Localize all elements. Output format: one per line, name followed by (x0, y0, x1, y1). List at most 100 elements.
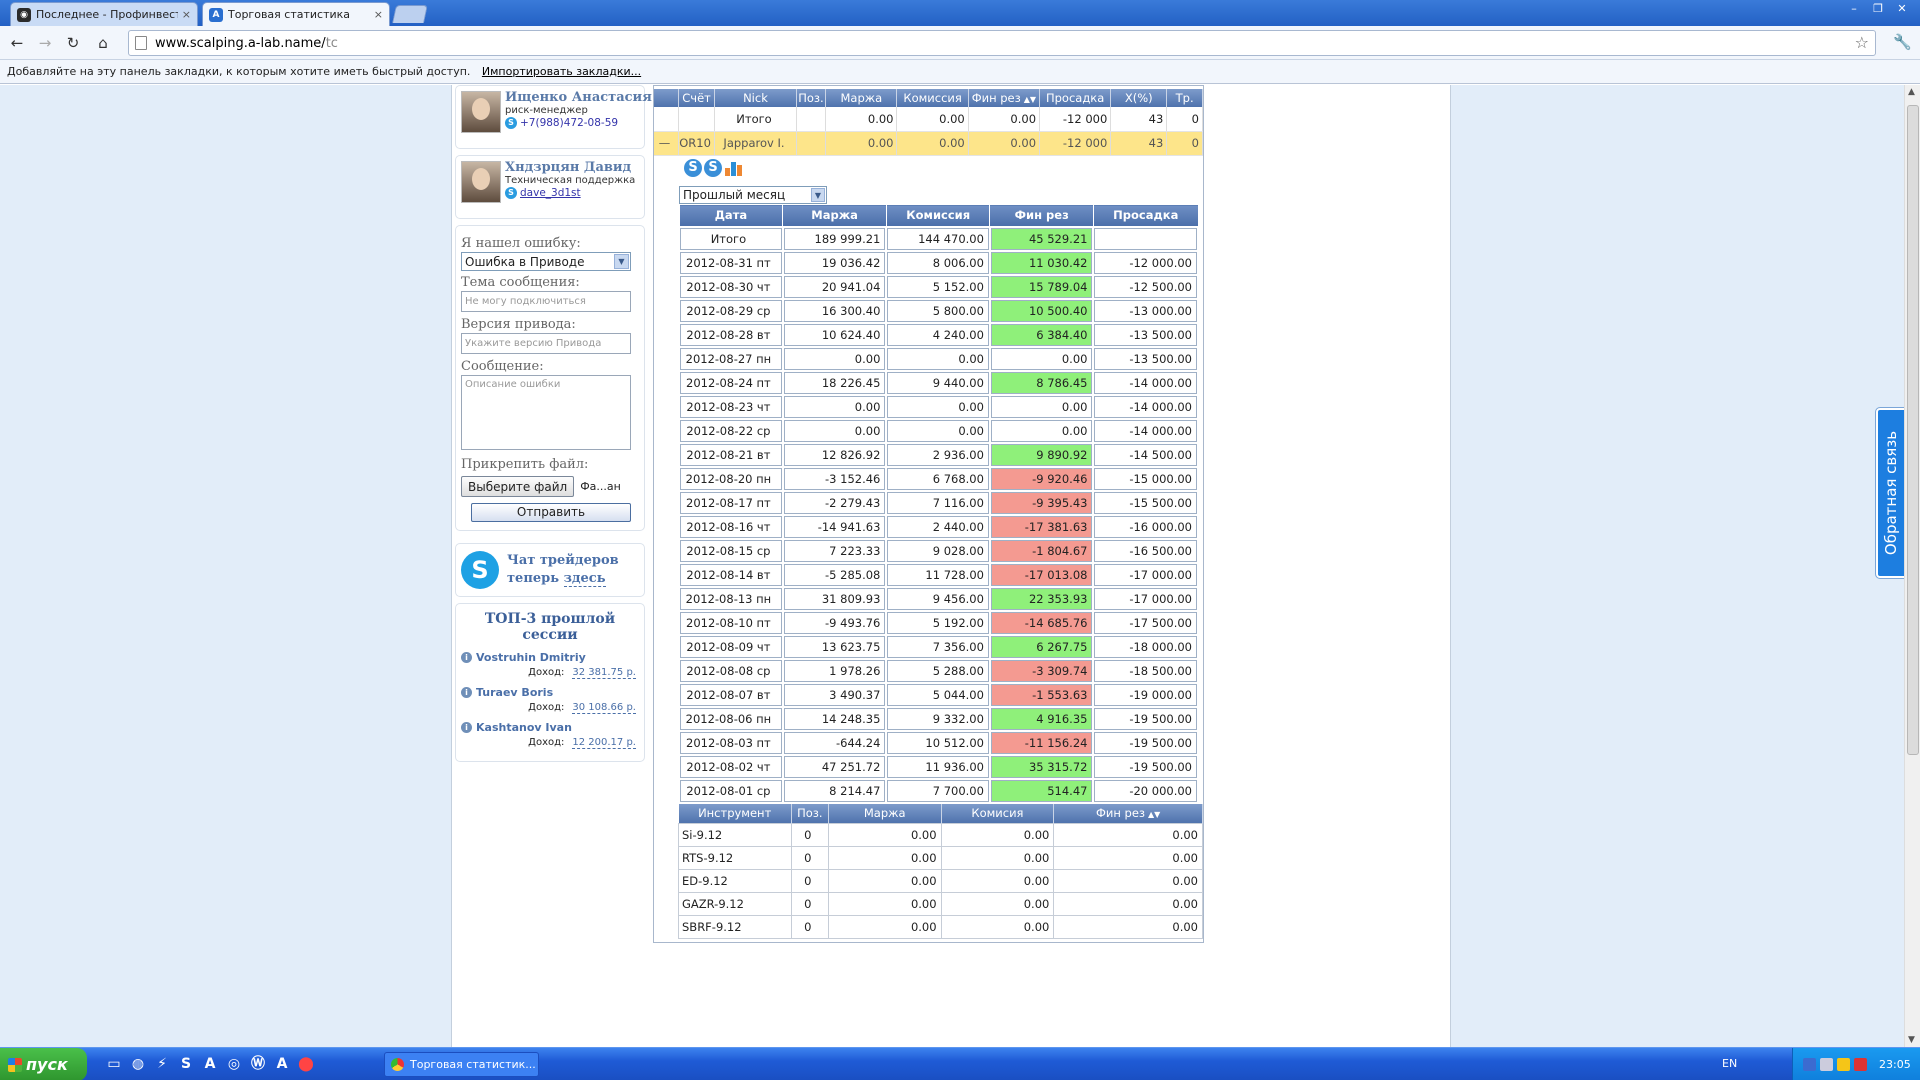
tab-close-icon[interactable]: × (182, 8, 191, 21)
column-header[interactable]: Nick (714, 89, 797, 107)
close-window-icon[interactable]: ✕ (1892, 2, 1912, 16)
tab-trading-stats[interactable]: A Торговая статистика × (202, 2, 390, 26)
vertical-scrollbar[interactable]: ▲ ▼ (1904, 85, 1920, 1047)
chrome-icon[interactable]: ◍ (129, 1055, 147, 1073)
cell-date: 2012-08-09 чт (678, 633, 784, 660)
app-icon[interactable]: ◎ (225, 1055, 243, 1073)
subject-input[interactable]: Не могу подключиться (461, 291, 631, 312)
cell-margin: -2 279.43 (781, 489, 888, 516)
column-header[interactable]: Поз. (796, 89, 827, 107)
column-header[interactable]: Счёт (678, 89, 716, 107)
account-row[interactable]: — OR10 Japparov I. 0.00 0.00 0.00 -12 000 43 0 (654, 131, 1203, 156)
address-bar[interactable]: www.scalping.a-lab.name/tc ☆ (128, 30, 1876, 56)
column-header[interactable]: Тр. (1166, 89, 1203, 107)
cell-commission: 0.00 (940, 868, 1055, 893)
a-lab-icon[interactable]: A (201, 1055, 219, 1073)
network-icon[interactable] (1803, 1058, 1816, 1071)
cell-pos: 0 (790, 845, 829, 870)
income-value[interactable]: 12 200.17 р. (572, 737, 636, 749)
desktop-icon[interactable]: ▭ (105, 1055, 123, 1073)
cell-fin: 0.00 (968, 131, 1041, 156)
scroll-up-icon[interactable]: ▲ (1908, 87, 1915, 97)
tab-close-icon[interactable]: × (374, 8, 383, 21)
skype-icon[interactable]: S (704, 159, 722, 177)
forward-arrow-icon[interactable]: → (34, 32, 56, 54)
contact-phone[interactable]: +7(988)472-08-59 (520, 116, 618, 130)
tab-profinvest[interactable]: ◉ Последнее - Профинвест × (10, 2, 198, 26)
home-icon[interactable]: ⌂ (92, 32, 114, 54)
security-icon[interactable] (1854, 1058, 1867, 1071)
skype-icon[interactable]: S (505, 187, 517, 199)
cell-pos: 0 (790, 914, 829, 939)
message-textarea[interactable]: Описание ошибки (461, 375, 631, 450)
cell-date: 2012-08-08 ср (678, 657, 784, 684)
sort-arrows-icon[interactable]: ▲▼ (1024, 95, 1036, 104)
period-select[interactable]: Прошлый месяц ▼ (679, 186, 827, 204)
error-type-select[interactable]: Ошибка в Приводе ▼ (461, 252, 631, 271)
chevron-down-icon[interactable]: ▼ (614, 254, 629, 269)
column-header[interactable]: Фин рез (989, 204, 1094, 227)
a-lab-icon[interactable]: A (273, 1055, 291, 1073)
column-header[interactable]: Комисия (941, 804, 1055, 823)
new-tab-button[interactable] (392, 5, 428, 23)
cell-drawdown: -14 500.00 (1092, 441, 1199, 468)
top-trader-income: Доход: 12 200.17 р. (461, 737, 639, 749)
column-header[interactable]: Фин рез ▲▼ (1053, 804, 1203, 823)
column-header[interactable]: Поз. (791, 804, 829, 823)
contact-role: Техническая поддержка (505, 175, 636, 186)
sort-arrows-icon[interactable]: ▲▼ (1148, 810, 1160, 819)
skype-icon[interactable]: S (177, 1055, 195, 1073)
opera-icon[interactable]: ⬤ (297, 1055, 315, 1073)
cell-commission: 7 116.00 (885, 489, 991, 516)
top-trader-name[interactable]: i Kashtanov Ivan (461, 721, 639, 734)
column-header[interactable]: Маржа (828, 804, 942, 823)
column-header[interactable]: Комиссия (896, 89, 969, 107)
column-header[interactable]: Просадка (1092, 204, 1199, 227)
wrench-menu-icon[interactable]: 🔧 (1893, 33, 1912, 51)
scrollbar-thumb[interactable] (1907, 105, 1919, 755)
page-viewport: Ищенко Анастасия риск-менеджер S +7(988)4… (0, 85, 1907, 1047)
import-bookmarks-link[interactable]: Импортировать закладки... (482, 65, 641, 78)
restore-icon[interactable]: ❐ (1868, 2, 1888, 16)
language-indicator[interactable]: EN (1722, 1057, 1737, 1070)
reload-icon[interactable]: ↻ (62, 32, 84, 54)
taskbar-item-browser[interactable]: Торговая статистик... (384, 1052, 539, 1077)
column-header[interactable]: X(%) (1110, 89, 1168, 107)
scroll-down-icon[interactable]: ▼ (1908, 1035, 1915, 1045)
income-value[interactable]: 30 108.66 р. (572, 702, 636, 714)
column-header[interactable]: Маржа (782, 204, 887, 227)
column-header[interactable]: Комиссия (885, 204, 991, 227)
collapse-toggle[interactable]: — (654, 131, 679, 156)
contact-skype-link[interactable]: dave_3d1st (520, 186, 581, 200)
volume-icon[interactable] (1820, 1058, 1833, 1071)
income-value[interactable]: 32 381.75 р. (572, 667, 636, 679)
column-header[interactable]: Просадка (1039, 89, 1112, 107)
empty-cell (654, 107, 679, 132)
start-button[interactable]: пуск (0, 1048, 87, 1080)
column-header[interactable]: Маржа (825, 89, 898, 107)
cell-commission: 0.00 (940, 914, 1055, 939)
cell-pos (796, 131, 827, 156)
choose-file-button[interactable]: Выберите файл (461, 476, 575, 497)
skype-icon[interactable]: S (684, 159, 702, 177)
trader-chat-box[interactable]: S Чат трейдеров теперь здесь (455, 543, 645, 597)
version-input[interactable]: Укажите версию Привода (461, 333, 631, 354)
minimize-icon[interactable]: – (1844, 2, 1864, 16)
skype-icon[interactable]: S (505, 117, 517, 129)
column-header[interactable]: Инструмент (678, 804, 792, 823)
column-header[interactable]: Дата (678, 204, 784, 227)
send-button[interactable]: Отправить (471, 503, 631, 522)
top-trader-name[interactable]: i Vostruhin Dmitriy (461, 651, 639, 664)
app-icon[interactable]: ⚡ (153, 1055, 171, 1073)
back-arrow-icon[interactable]: ← (6, 32, 28, 54)
cell-margin: 0.00 (781, 345, 888, 372)
info-icon[interactable] (1837, 1058, 1850, 1071)
top-trader-name[interactable]: i Turaev Boris (461, 686, 639, 699)
feedback-tab[interactable]: Обратная связь (1875, 407, 1907, 579)
bar-chart-icon[interactable] (724, 159, 742, 177)
column-header[interactable]: Фин рез ▲▼ (968, 89, 1041, 107)
chat-here-link[interactable]: здесь (563, 571, 606, 587)
bookmark-star-icon[interactable]: ☆ (1855, 33, 1869, 52)
app-icon[interactable]: Ⓦ (249, 1055, 267, 1073)
chevron-down-icon[interactable]: ▼ (811, 188, 825, 202)
